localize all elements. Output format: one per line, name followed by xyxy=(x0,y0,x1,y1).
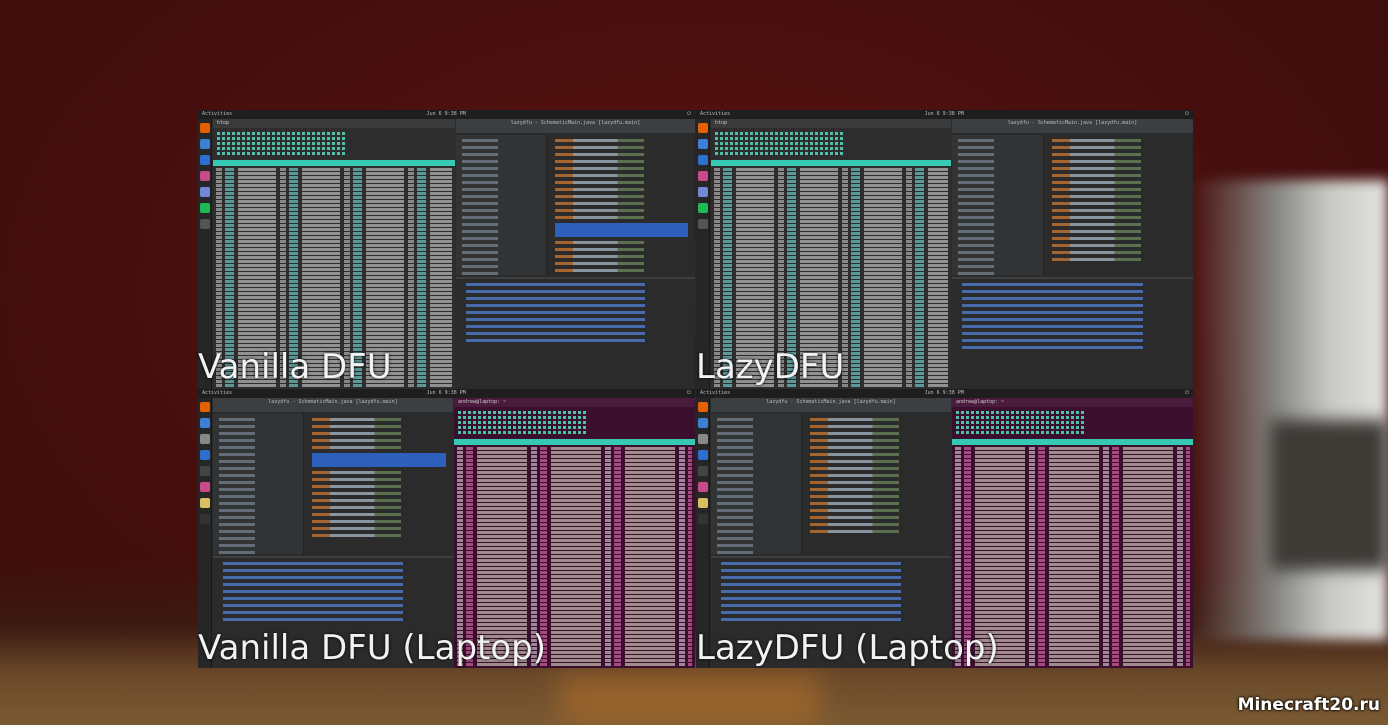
obs-icon[interactable] xyxy=(200,514,210,524)
run-console[interactable] xyxy=(456,277,695,389)
files-icon[interactable] xyxy=(200,139,210,149)
caption-vanilla-dfu-laptop: Vanilla DFU (Laptop) xyxy=(198,628,547,668)
caption-lazydfu: LazyDFU xyxy=(696,347,845,387)
obs-icon[interactable] xyxy=(698,514,708,524)
activities-button[interactable]: Activities xyxy=(700,389,730,398)
process-header xyxy=(711,160,951,166)
app-icon[interactable] xyxy=(200,171,210,181)
clock[interactable]: Jun 6 9:38 PM xyxy=(427,389,466,398)
terminal-title: andrew@laptop: ~ xyxy=(952,398,1193,407)
comparison-grid: Activities Jun 6 9:38 PM ⏻ htop lazydfu … xyxy=(198,110,1193,668)
notes-icon[interactable] xyxy=(698,498,708,508)
system-tray-icon[interactable]: ⏻ xyxy=(1185,110,1189,119)
code-editor[interactable] xyxy=(546,135,695,275)
system-topbar: Activities Jun 6 9:38 PM ⏻ xyxy=(696,389,1193,398)
system-tray-icon[interactable]: ⏻ xyxy=(1185,389,1189,398)
background-blur-ember xyxy=(560,675,820,725)
system-topbar: Activities Jun 6 9:38 PM ⏻ xyxy=(696,110,1193,119)
spotify-icon[interactable] xyxy=(698,203,708,213)
ide-title: lazydfu - SchematicMain.java [lazydfu.ma… xyxy=(952,119,1193,127)
files-icon[interactable] xyxy=(698,434,708,444)
ide-title: lazydfu - SchematicMain.java [lazydfu.ma… xyxy=(213,398,453,406)
firefox-icon[interactable] xyxy=(200,402,210,412)
vscode-icon[interactable] xyxy=(200,155,210,165)
vscode-icon[interactable] xyxy=(698,450,708,460)
clock[interactable]: Jun 6 9:38 PM xyxy=(925,110,964,119)
ide-menubar[interactable] xyxy=(711,406,951,413)
ide-title: lazydfu - SchematicMain.java [lazydfu.ma… xyxy=(456,119,695,127)
background-blur-right xyxy=(1190,180,1388,640)
intellij-window[interactable]: lazydfu - SchematicMain.java [lazydfu.ma… xyxy=(952,119,1193,389)
files-icon[interactable] xyxy=(200,418,210,428)
code-editor[interactable] xyxy=(802,414,951,554)
ide-title: lazydfu - SchematicMain.java [lazydfu.ma… xyxy=(711,398,951,406)
discord-icon[interactable] xyxy=(698,187,708,197)
caption-lazydfu-laptop: LazyDFU (Laptop) xyxy=(696,628,999,668)
terminal-title: htop xyxy=(711,119,951,128)
firefox-icon[interactable] xyxy=(698,402,708,412)
files-icon[interactable] xyxy=(200,434,210,444)
screen-lazydfu-laptop: Activities Jun 6 9:38 PM ⏻ lazydfu - Sch… xyxy=(696,389,1193,668)
activities-button[interactable]: Activities xyxy=(202,110,232,119)
project-tree[interactable] xyxy=(213,414,305,554)
code-editor[interactable] xyxy=(304,414,453,554)
ide-menubar[interactable] xyxy=(213,406,453,413)
intellij-window[interactable]: lazydfu - SchematicMain.java [lazydfu.ma… xyxy=(456,119,695,389)
firefox-icon[interactable] xyxy=(200,123,210,133)
vscode-icon[interactable] xyxy=(200,450,210,460)
terminal-title: andrew@laptop: ~ xyxy=(454,398,695,407)
screen-vanilla-dfu-laptop: Activities Jun 6 9:38 PM ⏻ lazydfu - Sch… xyxy=(198,389,695,668)
terminal-title: htop xyxy=(213,119,455,128)
cpu-meters xyxy=(711,128,951,158)
project-tree[interactable] xyxy=(952,135,1044,275)
system-tray-icon[interactable]: ⏻ xyxy=(687,110,691,119)
app-icon[interactable] xyxy=(698,482,708,492)
process-header xyxy=(952,439,1193,445)
discord-icon[interactable] xyxy=(200,187,210,197)
vscode-icon[interactable] xyxy=(698,155,708,165)
terminal-icon[interactable] xyxy=(200,466,210,476)
spotify-icon[interactable] xyxy=(200,203,210,213)
project-tree[interactable] xyxy=(456,135,547,275)
process-header xyxy=(454,439,695,445)
project-tree[interactable] xyxy=(711,414,803,554)
background-blur-block xyxy=(1270,420,1388,570)
cpu-meters xyxy=(213,128,455,158)
terminal-icon[interactable] xyxy=(200,219,210,229)
caption-vanilla-dfu: Vanilla DFU xyxy=(198,347,392,387)
clock[interactable]: Jun 6 9:38 PM xyxy=(925,389,964,398)
activities-button[interactable]: Activities xyxy=(202,389,232,398)
activities-button[interactable]: Activities xyxy=(700,110,730,119)
cpu-meters xyxy=(952,407,1193,437)
watermark: Minecraft20.ru xyxy=(1237,695,1380,715)
app-icon[interactable] xyxy=(200,482,210,492)
terminal-icon[interactable] xyxy=(698,466,708,476)
files-icon[interactable] xyxy=(698,418,708,428)
app-icon[interactable] xyxy=(698,171,708,181)
process-header xyxy=(213,160,455,166)
ide-menubar[interactable] xyxy=(456,127,695,134)
cpu-meters xyxy=(454,407,695,437)
notes-icon[interactable] xyxy=(200,498,210,508)
system-topbar: Activities Jun 6 9:38 PM ⏻ xyxy=(198,389,695,398)
files-icon[interactable] xyxy=(698,139,708,149)
firefox-icon[interactable] xyxy=(698,123,708,133)
terminal-icon[interactable] xyxy=(698,219,708,229)
system-topbar: Activities Jun 6 9:38 PM ⏻ xyxy=(198,110,695,119)
run-console[interactable] xyxy=(952,277,1193,389)
clock[interactable]: Jun 6 9:38 PM xyxy=(427,110,466,119)
code-editor[interactable] xyxy=(1043,135,1193,275)
ide-menubar[interactable] xyxy=(952,127,1193,134)
system-tray-icon[interactable]: ⏻ xyxy=(687,389,691,398)
